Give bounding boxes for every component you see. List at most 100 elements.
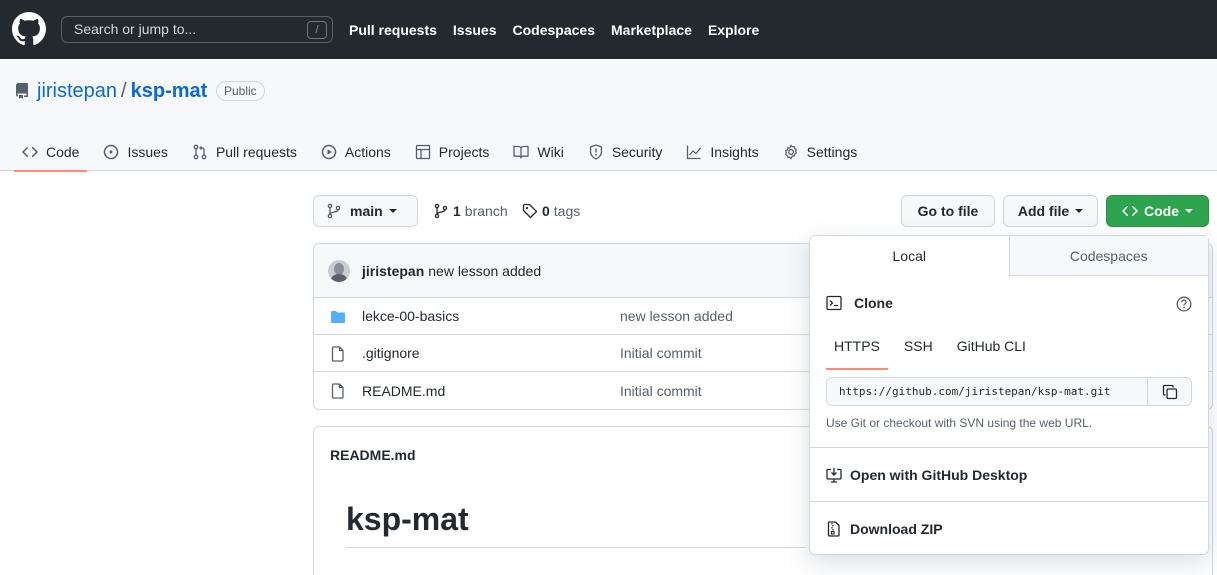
chevron-down-icon [388,209,397,213]
nav-explore[interactable]: Explore [708,21,759,39]
graph-icon [687,145,702,160]
go-to-file-button[interactable]: Go to file [901,195,995,227]
protocol-tabs: HTTPS SSH GitHub CLI [826,330,1042,370]
file-name[interactable]: .gitignore [362,345,420,361]
branches-link[interactable]: 1 branch [433,203,508,219]
terminal-icon [826,295,842,311]
search-input[interactable]: Search or jump to... / [61,16,333,43]
desktop-download-icon [826,468,842,483]
go-to-file-label: Go to file [917,203,979,219]
tab-settings[interactable]: Settings [775,133,866,171]
shield-icon [589,144,602,160]
nav-issues[interactable]: Issues [453,21,497,39]
tab-insights[interactable]: Insights [678,133,766,171]
add-file-label: Add file [1017,203,1070,219]
nav-marketplace[interactable]: Marketplace [611,21,692,39]
repo-separator: / [121,80,127,102]
file-name[interactable]: README.md [362,383,445,399]
commit-author[interactable]: jiristepan [362,263,424,279]
readme-heading: ksp-mat [346,501,469,537]
file-commit-message[interactable]: Initial commit [620,383,702,399]
tag-icon [522,203,538,219]
branch-icon [327,203,341,219]
nav-pull-requests[interactable]: Pull requests [349,21,437,39]
avatar[interactable] [328,259,350,282]
code-icon [22,146,38,158]
tab-https[interactable]: HTTPS [826,330,888,370]
repo-header: jiristepan / ksp-mat Public Code Issues Pu… [0,59,1217,172]
search-placeholder: Search or jump to... [74,21,197,37]
divider [810,501,1208,502]
clone-hint: Use Git or checkout with SVN using the w… [826,416,1093,430]
tag-count: 0 [542,203,550,219]
code-button[interactable]: Code [1106,195,1209,227]
tab-local[interactable]: Local [810,236,1010,276]
tab-label: Actions [344,144,391,160]
clone-header: Clone [826,295,893,311]
tab-codespaces[interactable]: Codespaces [1009,236,1208,275]
global-header: Search or jump to... / Pull requests Iss… [0,0,1217,59]
file-zip-icon [827,521,840,537]
tab-github-cli[interactable]: GitHub CLI [949,330,1034,362]
tab-pull-requests[interactable]: Pull requests [184,133,305,171]
search-shortcut-key: / [307,21,327,39]
copy-icon[interactable] [1147,378,1191,405]
tab-label: Security [611,144,663,160]
repo-title: jiristepan / ksp-mat [37,79,207,103]
nav-codespaces[interactable]: Codespaces [513,21,595,39]
tab-ssh[interactable]: SSH [896,330,941,362]
readme-filename[interactable]: README.md [330,447,416,463]
file-name[interactable]: lekce-00-basics [362,308,459,324]
chevron-down-icon [1185,209,1193,213]
file-commit-message[interactable]: new lesson added [620,308,733,324]
code-button-label: Code [1144,203,1179,219]
clone-dropdown: Local Codespaces Clone HTTPS SSH GitHub … [809,235,1209,555]
file-commit-message[interactable]: Initial commit [620,345,702,361]
global-nav: Pull requests Issues Codespaces Marketpl… [349,21,775,39]
branch-count: 1 [453,203,461,219]
tab-label: Wiki [537,144,564,160]
tab-security[interactable]: Security [580,133,671,171]
repo-name-link[interactable]: ksp-mat [131,80,208,102]
pull-request-icon [193,144,207,160]
tab-projects[interactable]: Projects [407,133,498,171]
file-icon [331,346,344,362]
tags-link[interactable]: 0 tags [522,203,580,219]
tab-label: Settings [806,144,858,160]
add-file-button[interactable]: Add file [1003,195,1098,227]
clone-url[interactable]: https://github.com/jiristepan/ksp-mat.gi… [827,385,1147,398]
tab-label: Insights [710,144,759,160]
repo-tabs: Code Issues Pull requests Actions Projec… [14,133,873,172]
commit-message[interactable]: new lesson added [428,263,541,279]
repo-owner-link[interactable]: jiristepan [37,80,117,102]
tab-issues[interactable]: Issues [95,133,175,171]
download-zip-label: Download ZIP [850,521,943,537]
tab-label: Code [46,144,80,160]
clone-url-field[interactable]: https://github.com/jiristepan/ksp-mat.gi… [826,377,1192,406]
code-icon [1122,205,1138,217]
clone-title: Clone [854,295,893,311]
chevron-down-icon [1075,209,1084,213]
branch-select-button[interactable]: main [313,195,418,227]
tab-wiki[interactable]: Wiki [505,133,571,171]
tab-code[interactable]: Code [14,133,88,172]
open-with-desktop-button[interactable]: Open with GitHub Desktop [826,467,1027,483]
play-icon [321,144,337,160]
file-icon [331,383,344,399]
tag-word: tags [553,203,581,219]
download-zip-button[interactable]: Download ZIP [826,521,943,537]
gear-icon [784,144,797,160]
tab-label: Pull requests [215,144,297,160]
github-logo-icon[interactable] [12,12,46,46]
branch-icon [434,203,448,219]
readme-divider [346,547,806,548]
issue-icon [104,144,119,160]
divider [810,447,1208,448]
folder-icon [331,311,345,323]
repo-icon [14,83,30,99]
book-icon [513,145,530,159]
tab-actions[interactable]: Actions [313,133,399,171]
question-icon[interactable] [1176,296,1192,312]
tab-label: Projects [438,144,490,160]
clone-tabs: Local Codespaces [810,236,1208,276]
